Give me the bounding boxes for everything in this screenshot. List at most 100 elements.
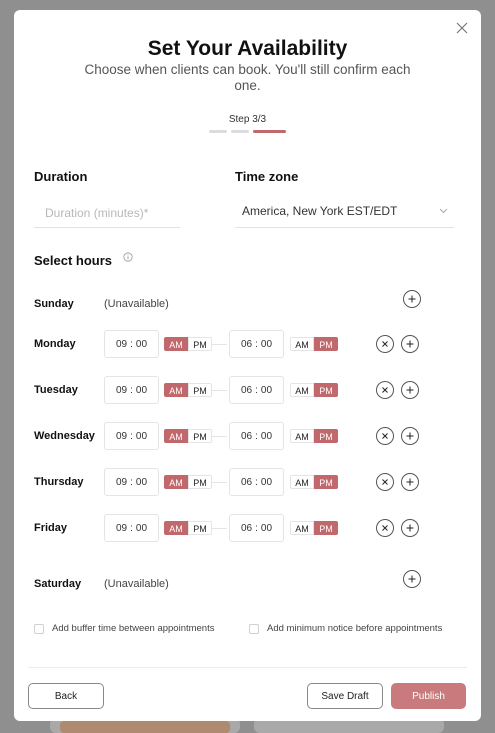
publish-button[interactable]: Publish — [391, 683, 466, 709]
am-option[interactable]: AM — [290, 521, 314, 535]
duration-input[interactable] — [34, 198, 180, 228]
day-row-saturday: Saturday (Unavailable) — [14, 570, 481, 600]
end-time-input[interactable]: 06 : 00 — [229, 376, 284, 404]
buffer-time-checkbox[interactable] — [34, 623, 44, 634]
start-period-toggle: AM PM — [164, 475, 212, 489]
x-icon — [382, 387, 388, 393]
modal-title: Set Your Availability — [147, 37, 348, 60]
time-separator: : — [130, 522, 133, 534]
add-hours-button[interactable] — [403, 290, 421, 308]
remove-hours-button[interactable] — [376, 427, 394, 445]
minimum-notice-option[interactable]: Add minimum notice before appointments — [249, 623, 442, 634]
save-draft-button[interactable]: Save Draft — [307, 683, 383, 709]
remove-hours-button[interactable] — [376, 519, 394, 537]
end-hour: 06 — [240, 476, 253, 488]
start-period-toggle: AM PM — [164, 337, 212, 351]
pm-option[interactable]: PM — [188, 429, 212, 443]
day-row-wednesday: Wednesday 09 : 00 AM PM 06 : 00 AM PM — [14, 422, 481, 452]
plus-icon — [408, 575, 416, 583]
am-option[interactable]: AM — [290, 429, 314, 443]
add-hours-button[interactable] — [401, 473, 419, 491]
end-time-input[interactable]: 06 : 00 — [229, 514, 284, 542]
pm-option[interactable]: PM — [188, 475, 212, 489]
day-row-monday: Monday 09 : 00 AM PM 06 : 00 AM PM — [14, 330, 481, 360]
add-hours-button[interactable] — [401, 381, 419, 399]
x-icon — [382, 341, 388, 347]
back-button[interactable]: Back — [28, 683, 104, 709]
plus-icon — [406, 524, 414, 532]
range-divider — [212, 528, 227, 529]
am-option[interactable]: AM — [290, 337, 314, 351]
day-row-tuesday: Tuesday 09 : 00 AM PM 06 : 00 AM PM — [14, 376, 481, 406]
chevron-down-icon — [439, 208, 448, 214]
start-period-toggle: AM PM — [164, 429, 212, 443]
am-option[interactable]: AM — [164, 521, 188, 535]
timezone-value: America, New York EST/EDT — [242, 204, 398, 218]
am-option[interactable]: AM — [164, 383, 188, 397]
step-progress — [209, 130, 286, 133]
add-hours-button[interactable] — [403, 570, 421, 588]
x-icon — [382, 479, 388, 485]
add-hours-button[interactable] — [401, 427, 419, 445]
end-minute: 00 — [260, 430, 273, 442]
plus-icon — [406, 478, 414, 486]
day-name: Wednesday — [34, 430, 95, 442]
day-name: Thursday — [34, 476, 84, 488]
timezone-label: Time zone — [235, 169, 299, 184]
am-option[interactable]: AM — [290, 475, 314, 489]
start-period-toggle: AM PM — [164, 383, 212, 397]
back-button-label: Back — [54, 690, 78, 702]
time-separator: : — [130, 384, 133, 396]
start-hour: 09 — [115, 476, 128, 488]
start-time-input[interactable]: 09 : 00 — [104, 376, 159, 404]
buffer-time-option[interactable]: Add buffer time between appointments — [34, 623, 214, 634]
plus-icon — [406, 432, 414, 440]
pm-option[interactable]: PM — [188, 521, 212, 535]
minimum-notice-checkbox[interactable] — [249, 623, 259, 634]
end-time-input[interactable]: 06 : 00 — [229, 468, 284, 496]
day-name: Saturday — [34, 578, 82, 590]
plus-icon — [406, 386, 414, 394]
pm-option[interactable]: PM — [188, 383, 212, 397]
start-time-input[interactable]: 09 : 00 — [104, 330, 159, 358]
am-option[interactable]: AM — [290, 383, 314, 397]
pm-option[interactable]: PM — [314, 429, 338, 443]
modal-subtitle: Choose when clients can book. You'll sti… — [84, 62, 411, 93]
end-hour: 06 — [240, 522, 253, 534]
add-hours-button[interactable] — [401, 335, 419, 353]
plus-icon — [408, 295, 416, 303]
end-hour: 06 — [240, 338, 253, 350]
info-icon[interactable] — [123, 252, 133, 262]
start-minute: 00 — [135, 430, 148, 442]
pm-option[interactable]: PM — [188, 337, 212, 351]
close-button[interactable] — [455, 21, 469, 35]
am-option[interactable]: AM — [164, 337, 188, 351]
am-option[interactable]: AM — [164, 429, 188, 443]
background-photo — [60, 721, 230, 733]
end-period-toggle: AM PM — [290, 521, 338, 535]
remove-hours-button[interactable] — [376, 473, 394, 491]
pm-option[interactable]: PM — [314, 521, 338, 535]
start-time-input[interactable]: 09 : 00 — [104, 514, 159, 542]
remove-hours-button[interactable] — [376, 381, 394, 399]
end-hour: 06 — [240, 384, 253, 396]
end-time-input[interactable]: 06 : 00 — [229, 330, 284, 358]
time-separator: : — [255, 384, 258, 396]
start-minute: 00 — [135, 522, 148, 534]
add-hours-button[interactable] — [401, 519, 419, 537]
step-bar-1 — [209, 130, 227, 133]
end-time-input[interactable]: 06 : 00 — [229, 422, 284, 450]
day-name: Friday — [34, 522, 68, 534]
pm-option[interactable]: PM — [314, 383, 338, 397]
day-row-sunday: Sunday (Unavailable) — [14, 290, 481, 320]
pm-option[interactable]: PM — [314, 475, 338, 489]
day-name: Sunday — [34, 298, 74, 310]
unavailable-text: (Unavailable) — [104, 578, 169, 590]
start-time-input[interactable]: 09 : 00 — [104, 468, 159, 496]
am-option[interactable]: AM — [164, 475, 188, 489]
pm-option[interactable]: PM — [314, 337, 338, 351]
remove-hours-button[interactable] — [376, 335, 394, 353]
timezone-select[interactable]: America, New York EST/EDT — [235, 198, 454, 228]
start-time-input[interactable]: 09 : 00 — [104, 422, 159, 450]
start-minute: 00 — [135, 384, 148, 396]
